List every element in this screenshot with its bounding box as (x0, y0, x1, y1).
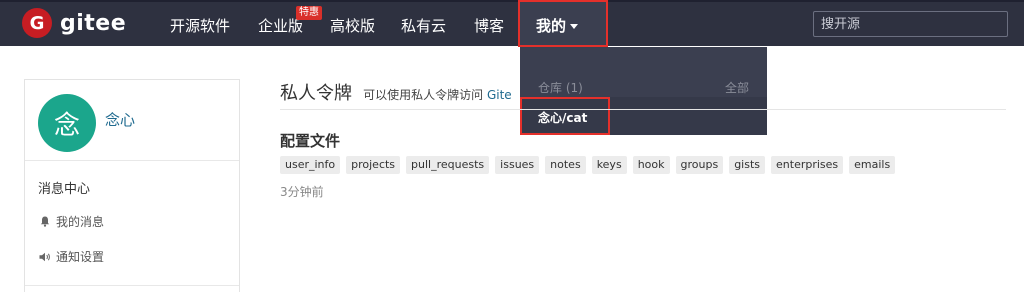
scope-tag: projects (346, 156, 401, 174)
sidebar-item-my-messages[interactable]: 我的消息 (38, 213, 104, 230)
nav-mine-dropdown[interactable]: 我的 (518, 0, 608, 47)
gitee-link[interactable]: Gite (487, 88, 512, 102)
repo-section-label: 仓库 (1) (538, 81, 583, 95)
scope-tag: hook (632, 156, 670, 174)
gitee-logo[interactable]: G gitee (22, 8, 126, 38)
profile-name[interactable]: 念心 (105, 109, 135, 130)
scope-tag: notes (545, 156, 586, 174)
divider (280, 109, 1006, 110)
nav-open-source[interactable]: 开源软件 (170, 15, 230, 36)
nav-mine-label: 我的 (536, 17, 567, 35)
mine-dropdown-menu: 仓库 (1) 全部 念心/cat (520, 47, 767, 135)
nav-private-cloud[interactable]: 私有云 (401, 15, 446, 36)
repo-menu-item[interactable]: 念心/cat (520, 97, 767, 135)
created-time: 3分钟前 (280, 185, 324, 199)
scope-tag: issues (495, 156, 540, 174)
gitee-logo-icon: G (22, 8, 52, 38)
page-title-text: 私人令牌 (280, 83, 352, 104)
nav-blog[interactable]: 博客 (474, 15, 504, 36)
scope-tag: emails (849, 156, 896, 174)
sidebar-item-label: 我的消息 (56, 215, 105, 229)
scope-tag: pull_requests (406, 156, 490, 174)
dropdown-repo-header: 仓库 (1) 全部 (520, 47, 767, 95)
view-all-repos-link[interactable]: 全部 (725, 79, 749, 96)
scope-tag: groups (675, 156, 724, 174)
repo-name: 念心/cat (538, 111, 588, 125)
message-center-heading: 消息中心 (38, 182, 91, 197)
page-title: 私人令牌 可以使用私人令牌访问 Gite (280, 79, 512, 105)
avatar[interactable]: 念 (38, 94, 96, 152)
user-sidebar: 念 念心 消息中心 我的消息 通知设置 (24, 79, 240, 292)
profile-card: 念 念心 (25, 80, 239, 161)
scope-tag: enterprises (771, 156, 844, 174)
scope-tag: gists (729, 156, 766, 174)
top-navbar: G gitee 开源软件 企业版 特惠 高校版 私有云 博客 我的 (0, 0, 1024, 47)
speaker-icon (38, 250, 52, 264)
scope-tags: user_info projects pull_requests issues … (280, 156, 896, 174)
nav-education[interactable]: 高校版 (330, 15, 375, 36)
scope-tag: user_info (280, 156, 341, 174)
sidebar-item-label: 通知设置 (56, 250, 105, 264)
promo-badge: 特惠 (296, 6, 322, 20)
page-subtitle: 可以使用私人令牌访问 Gite (363, 88, 512, 102)
bell-icon (38, 215, 52, 229)
search-input[interactable] (814, 12, 1007, 36)
search-box[interactable] (813, 11, 1008, 37)
caret-down-icon (570, 24, 579, 29)
sidebar-item-notification-settings[interactable]: 通知设置 (38, 248, 104, 265)
divider (25, 285, 239, 286)
token-name: 配置文件 (280, 132, 341, 150)
logo-text: gitee (60, 10, 127, 36)
scope-tag: keys (591, 156, 627, 174)
